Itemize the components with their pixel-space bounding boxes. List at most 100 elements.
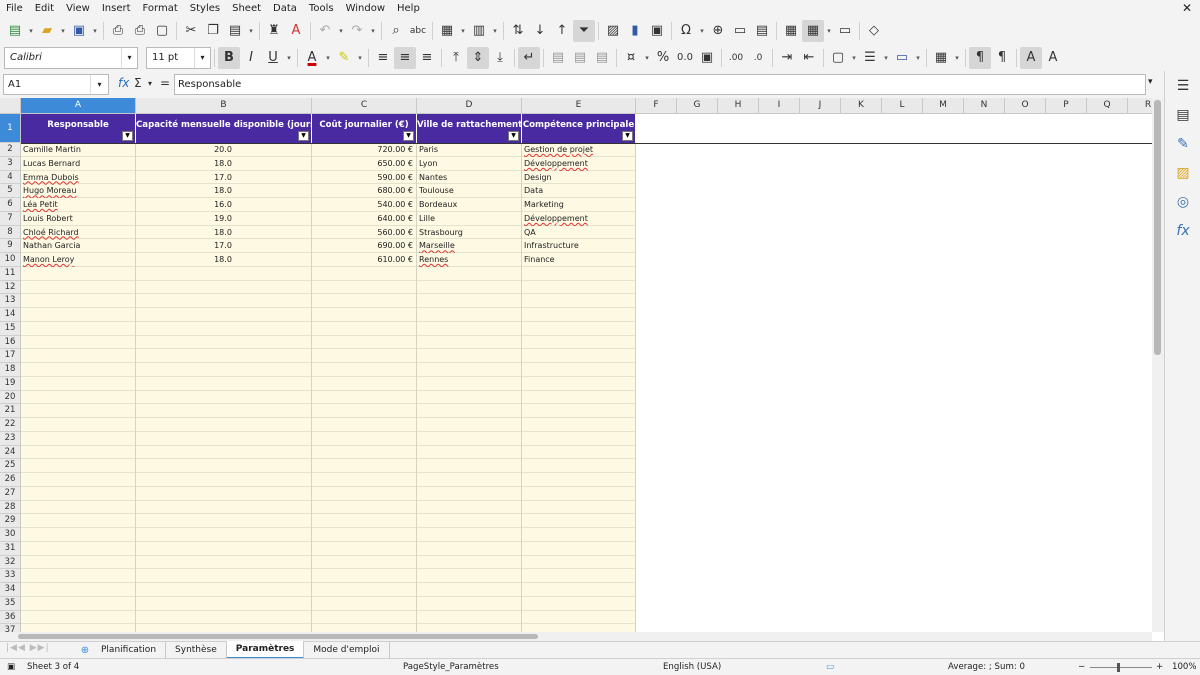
undo-dropdown-icon[interactable]: ▾ (336, 20, 346, 42)
gallery-icon[interactable]: ▨ (1172, 162, 1194, 184)
spelling-icon[interactable]: abc (407, 20, 429, 42)
cell-skill[interactable]: QA (522, 226, 636, 240)
new-dropdown-icon[interactable]: ▾ (26, 20, 36, 42)
row-header[interactable]: 17 (0, 349, 21, 363)
cell-name[interactable]: Nathan Garcia (21, 239, 136, 253)
border-color-icon[interactable]: ▭ (891, 47, 913, 69)
row-header[interactable]: 10 (0, 253, 21, 267)
properties-icon[interactable]: ▤ (1172, 104, 1194, 126)
insert-image-icon[interactable]: ▨ (602, 20, 624, 42)
date-format-icon[interactable]: ▣ (696, 47, 718, 69)
currency-dropdown-icon[interactable]: ▾ (642, 47, 652, 69)
column-icon[interactable]: ▥ (468, 20, 490, 42)
cell-skill[interactable]: Gestion de projet (522, 143, 636, 157)
center-vertically-icon[interactable]: ⇕ (467, 46, 489, 69)
navigator-icon[interactable]: ◎ (1172, 191, 1194, 213)
paste-dropdown-icon[interactable]: ▾ (246, 20, 256, 42)
freeze-dropdown-icon[interactable]: ▾ (824, 20, 834, 42)
menu-data[interactable]: Data (267, 0, 303, 17)
row-header[interactable]: 13 (0, 294, 21, 308)
print-preview-icon[interactable]: ▢ (151, 20, 173, 42)
cell-name[interactable]: Léa Petit (21, 198, 136, 212)
save-icon[interactable]: ▣ (68, 20, 90, 42)
cell-name[interactable]: Emma Dubois (21, 171, 136, 185)
column-dropdown-icon[interactable]: ▾ (490, 20, 500, 42)
column-header-o[interactable]: O (1005, 98, 1046, 114)
cell-city[interactable]: Strasbourg (417, 226, 522, 240)
zoom-in-icon[interactable]: + (1156, 659, 1163, 675)
row-header[interactable]: 12 (0, 280, 21, 295)
copy-icon[interactable]: ❐ (202, 20, 224, 42)
open-dropdown-icon[interactable]: ▾ (58, 20, 68, 42)
cell-capacity[interactable]: 18.0 (136, 184, 312, 198)
cell-skill[interactable]: Infrastructure (522, 239, 636, 253)
column-header-g[interactable]: G (677, 98, 718, 114)
special-character-icon[interactable]: Ω (675, 20, 697, 42)
font-color-dropdown-icon[interactable]: ▾ (323, 47, 333, 69)
highlighting-dropdown-icon[interactable]: ▾ (355, 47, 365, 69)
row-header[interactable]: 23 (0, 431, 21, 446)
unmerge-cells-icon[interactable]: ▤ (591, 47, 613, 69)
export-pdf-icon[interactable]: ⎙ (107, 20, 129, 42)
open-icon[interactable]: ▰ (36, 20, 58, 42)
menu-styles[interactable]: Styles (184, 0, 226, 17)
cell-cost[interactable]: 540.00 € (312, 198, 417, 212)
select-all-corner[interactable] (0, 98, 21, 114)
row-header[interactable]: 29 (0, 514, 21, 528)
bold-icon[interactable]: B (218, 46, 240, 69)
font-name-dropdown-icon[interactable]: ▾ (121, 47, 137, 68)
close-document-icon[interactable]: ✕ (1182, 1, 1192, 15)
split-window-icon[interactable]: ▭ (834, 20, 856, 42)
column-header-q[interactable]: Q (1087, 98, 1128, 114)
sheet-tab-2[interactable]: Synthèse (166, 642, 227, 658)
cell-skill[interactable]: Développement (522, 212, 636, 226)
autofilter-button-icon[interactable]: ▼ (403, 131, 414, 141)
spreadsheet-grid[interactable]: A B C D E F G H I J K L M N O P Q R 1 2 3 4 5 6 7 8 9 10 11 12 13 14 15 1… (0, 98, 1152, 632)
autofilter-icon[interactable]: ⏷ (573, 19, 595, 42)
paste-icon[interactable]: ▤ (224, 20, 246, 42)
selection-mode-icon[interactable]: ▭ (826, 659, 834, 675)
border-style-dropdown-icon[interactable]: ▾ (881, 47, 891, 69)
clone-formatting-icon[interactable]: ♜ (263, 20, 285, 42)
menu-view[interactable]: View (60, 0, 96, 17)
cell-city[interactable]: Paris (417, 143, 522, 157)
column-header-r[interactable]: R (1128, 98, 1152, 114)
menu-format[interactable]: Format (137, 0, 184, 17)
row-header[interactable]: 22 (0, 418, 21, 432)
align-left-icon[interactable]: ≡ (372, 47, 394, 69)
styles-icon[interactable]: ✎ (1172, 133, 1194, 155)
formula-input[interactable]: Responsable (174, 74, 1146, 95)
cell-city[interactable]: Lille (417, 212, 522, 226)
language[interactable]: English (USA) (663, 659, 721, 675)
cell-name[interactable]: Manon Leroy (21, 253, 136, 267)
horizontal-scroll-thumb[interactable] (18, 634, 538, 639)
cell-capacity[interactable]: 20.0 (136, 143, 312, 157)
sort-ascending-icon[interactable]: ↓ (529, 20, 551, 42)
header-competence[interactable]: Compétence principale ▼ (522, 114, 636, 143)
row-header[interactable]: 5 (0, 184, 21, 198)
align-top-icon[interactable]: ⤒ (445, 47, 467, 69)
row-dropdown-icon[interactable]: ▾ (458, 20, 468, 42)
autofilter-button-icon[interactable]: ▼ (622, 131, 633, 141)
row-header[interactable]: 3 (0, 156, 21, 171)
font-size-box[interactable]: 11 pt ▾ (146, 46, 211, 69)
conditional-format-icon[interactable]: ▦ (930, 47, 952, 69)
align-center-icon[interactable]: ≡ (394, 46, 416, 69)
cell-name[interactable]: Hugo Moreau (21, 184, 136, 198)
menu-insert[interactable]: Insert (96, 0, 137, 17)
cell-city[interactable]: Marseille (417, 239, 522, 253)
sort-descending-icon[interactable]: ↑ (551, 20, 573, 42)
cell-capacity[interactable]: 17.0 (136, 171, 312, 185)
row-header[interactable]: 35 (0, 596, 21, 611)
menu-tools[interactable]: Tools (303, 0, 340, 17)
vertical-scrollbar[interactable] (1152, 98, 1164, 632)
delete-decimal-icon[interactable]: .0 (747, 47, 769, 69)
name-box-dropdown-icon[interactable]: ▾ (90, 75, 108, 94)
column-header-k[interactable]: K (841, 98, 882, 114)
header-capacite[interactable]: Capacité mensuelle disponible (jours) ▼ (136, 114, 312, 143)
border-style-icon[interactable]: ☰ (859, 47, 881, 69)
row-header[interactable]: 2 (0, 143, 21, 157)
increase-indent-icon[interactable]: ⇥ (776, 47, 798, 69)
currency-format-icon[interactable]: ¤ (620, 47, 642, 69)
add-sheet-icon[interactable]: ⊕ (78, 645, 92, 656)
